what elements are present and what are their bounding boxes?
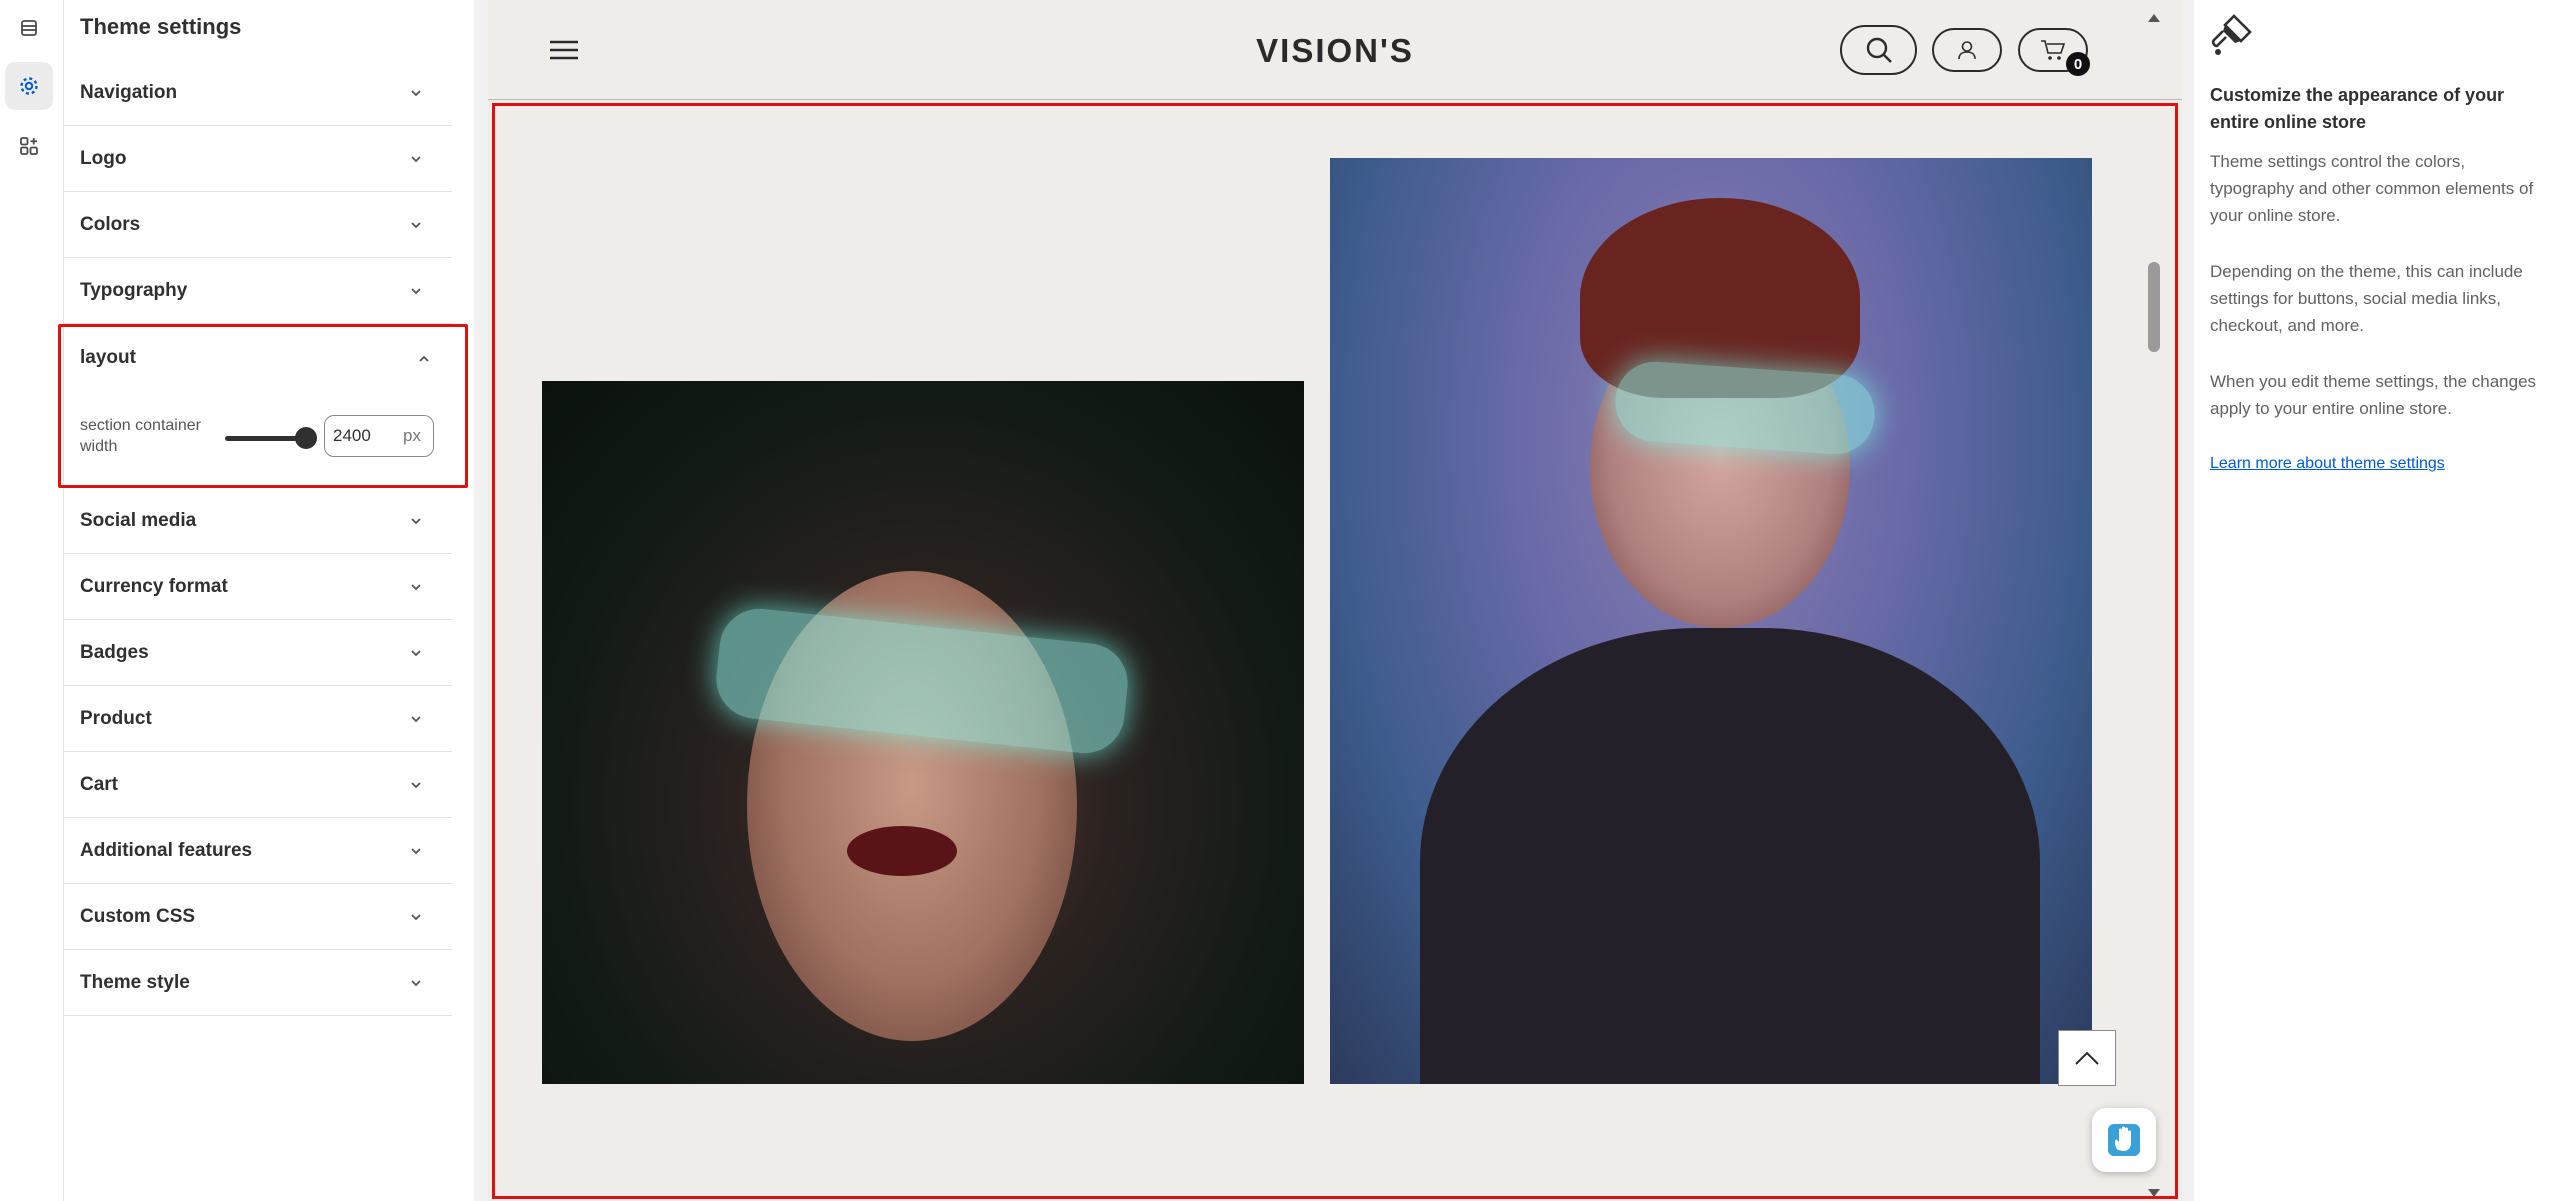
store-preview: VISION'S 0 — [488, 0, 2182, 1201]
info-panel: Customize the appearance of your entire … — [2194, 0, 2560, 1201]
settings-list: Navigation Logo Colors Typography layout… — [58, 60, 468, 1016]
gear-icon[interactable] — [5, 62, 53, 110]
canvas-scrollbar-thumb[interactable] — [2148, 262, 2160, 352]
lips — [847, 826, 957, 876]
setting-product[interactable]: Product — [64, 686, 452, 752]
info-paragraph-3: When you edit theme settings, the change… — [2210, 372, 2537, 418]
setting-badges[interactable]: Badges — [64, 620, 452, 686]
product-image-right[interactable] — [1330, 158, 2092, 1084]
learn-more-link[interactable]: Learn more about theme settings — [2210, 455, 2445, 473]
section-container-width-label: section container width — [80, 417, 201, 455]
setting-layout-expanded: layout section container width 2400 px — [58, 324, 468, 488]
setting-label: Colors — [80, 213, 141, 235]
chevron-up-icon[interactable] — [416, 351, 432, 367]
setting-label: Custom CSS — [80, 905, 196, 927]
setting-social-media[interactable]: Social media — [64, 488, 452, 554]
cart-icon — [2041, 40, 2066, 60]
setting-theme-style[interactable]: Theme style — [64, 950, 452, 1016]
product-image-left[interactable] — [542, 381, 1304, 1084]
setting-label: Social media — [80, 509, 197, 531]
scroll-down-arrow-icon[interactable] — [2148, 1189, 2160, 1197]
info-heading: Customize the appearance of your entire … — [2210, 85, 2505, 132]
setting-label: Typography — [80, 279, 188, 301]
chevron-down-icon — [411, 715, 421, 722]
setting-label: Product — [80, 707, 152, 729]
chevron-up-icon — [2075, 1051, 2099, 1065]
chevron-down-icon — [411, 583, 421, 590]
width-slider-thumb[interactable] — [295, 427, 317, 449]
setting-label: Navigation — [80, 81, 178, 103]
setting-label: Logo — [80, 147, 127, 169]
scroll-to-top-button[interactable] — [2058, 1030, 2116, 1086]
account-button[interactable] — [1932, 28, 2002, 72]
search-icon — [1866, 37, 1892, 63]
chevron-down-icon — [411, 649, 421, 656]
setting-additional-features[interactable]: Additional features — [64, 818, 452, 884]
setting-label: Badges — [80, 641, 149, 663]
chevron-down-icon — [411, 781, 421, 788]
setting-label: Cart — [80, 773, 119, 795]
setting-custom-css[interactable]: Custom CSS — [64, 884, 452, 950]
chevron-down-icon — [411, 221, 421, 228]
setting-label: Additional features — [80, 839, 253, 861]
hand-icon — [2108, 1124, 2140, 1156]
info-paragraph-2: Depending on the theme, this can include… — [2210, 262, 2523, 335]
scroll-up-arrow-icon[interactable] — [2148, 14, 2160, 22]
width-input[interactable]: 2400 px — [324, 415, 434, 457]
preview-canvas: VISION'S 0 — [474, 0, 2194, 1201]
user-icon — [1958, 41, 1976, 60]
chevron-down-icon — [411, 913, 421, 920]
setting-label: Theme style — [80, 971, 190, 993]
width-slider-track[interactable] — [225, 436, 305, 441]
setting-colors[interactable]: Colors — [64, 192, 452, 258]
apps-icon[interactable] — [5, 122, 53, 170]
theme-settings-panel: Theme settings Navigation Logo Colors Ty… — [58, 0, 530, 1201]
setting-layout-header[interactable]: layout — [80, 347, 136, 369]
chevron-down-icon — [411, 517, 421, 524]
paint-brush-icon — [2211, 14, 2252, 55]
chevron-down-icon — [411, 155, 421, 162]
chevron-down-icon — [411, 847, 421, 854]
setting-currency-format[interactable]: Currency format — [64, 554, 452, 620]
setting-navigation[interactable]: Navigation — [64, 60, 452, 126]
setting-typography[interactable]: Typography — [64, 258, 452, 324]
width-unit: px — [403, 426, 421, 445]
store-brand[interactable]: VISION'S — [488, 32, 2182, 70]
chevron-down-icon — [411, 979, 421, 986]
store-header: VISION'S 0 — [488, 0, 2182, 100]
cart-button[interactable]: 0 — [2018, 28, 2090, 76]
width-value[interactable]: 2400 — [333, 426, 371, 446]
chevron-down-icon — [411, 89, 421, 96]
setting-logo[interactable]: Logo — [64, 126, 452, 192]
app-rail — [0, 0, 64, 1201]
setting-cart[interactable]: Cart — [64, 752, 452, 818]
search-button[interactable] — [1840, 25, 1917, 75]
chevron-down-icon — [411, 287, 421, 294]
accessibility-widget-button[interactable] — [2092, 1108, 2156, 1172]
black-top — [1420, 628, 2040, 1084]
cart-count-badge: 0 — [2066, 52, 2090, 76]
sections-icon[interactable] — [5, 4, 53, 52]
setting-label: Currency format — [80, 575, 228, 597]
info-paragraph-1: Theme settings control the colors, typog… — [2210, 152, 2534, 225]
panel-title: Theme settings — [80, 14, 242, 39]
